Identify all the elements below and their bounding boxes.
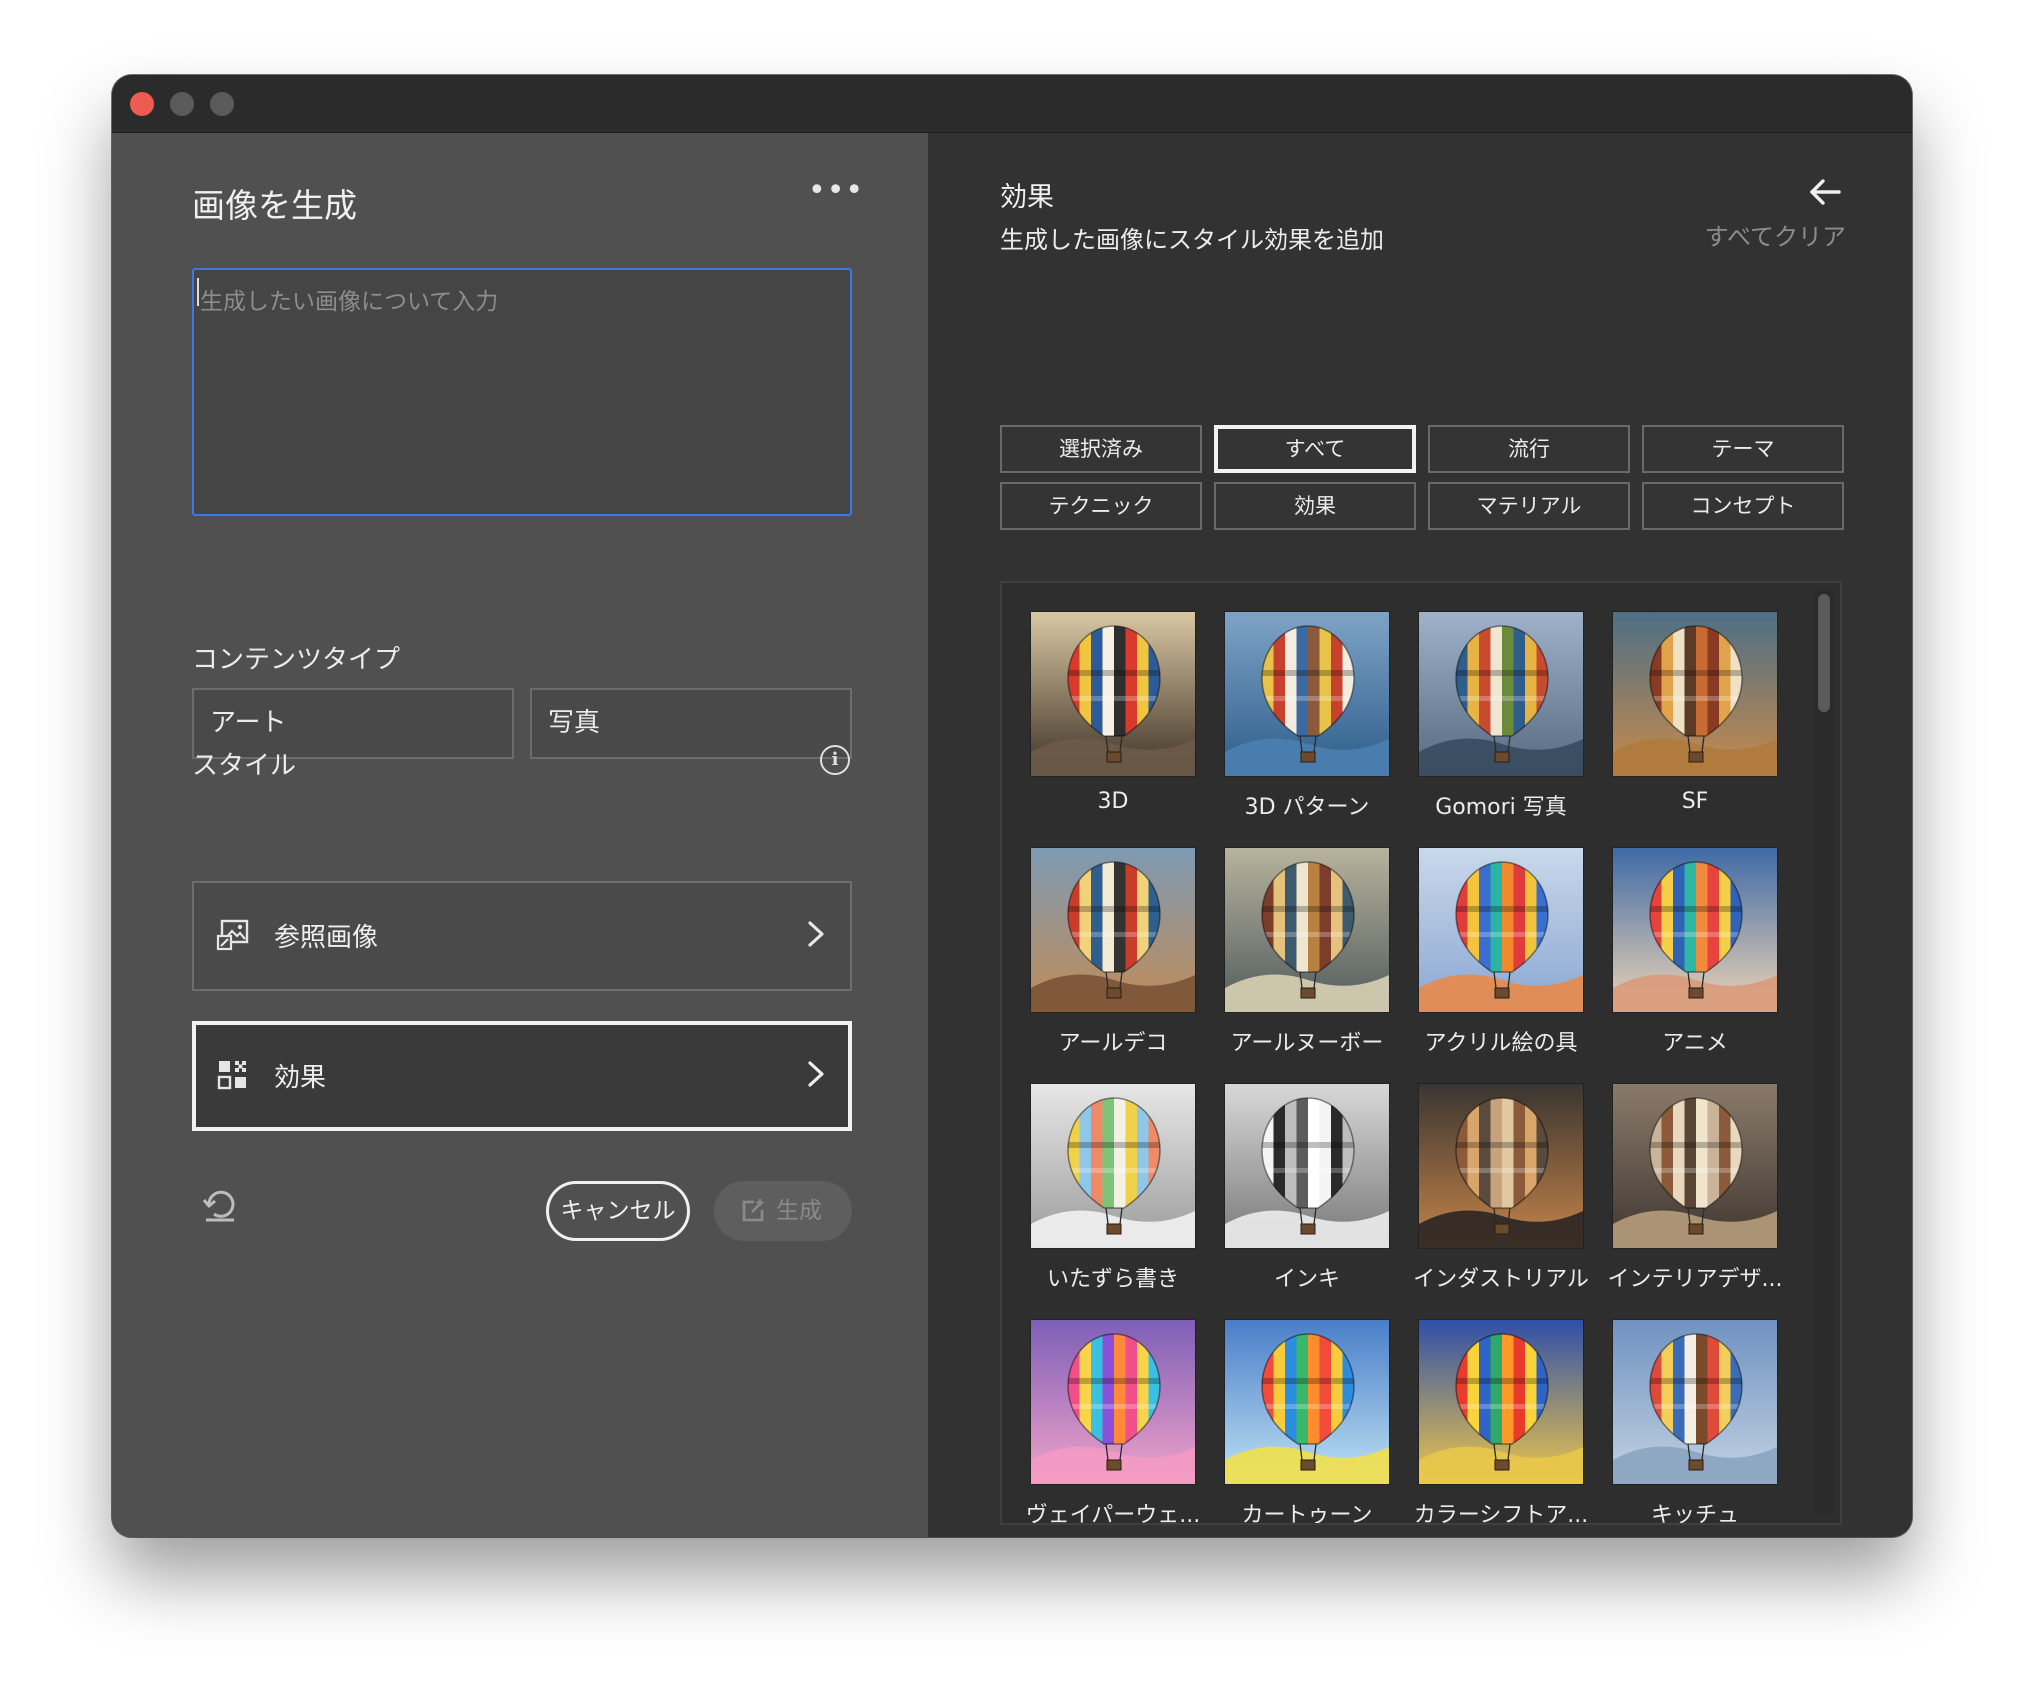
filter-button[interactable]: 選択済み <box>1000 425 1202 473</box>
reference-image-icon <box>216 919 249 951</box>
effect-thumbnail[interactable] <box>1418 611 1584 777</box>
title-bar <box>112 75 1912 133</box>
effect-thumbnail[interactable] <box>1612 1083 1778 1249</box>
effect-label: ヴェイパーウェ... <box>1025 1503 1201 1525</box>
chevron-right-icon <box>808 1061 824 1087</box>
effects-title: 効果 <box>1000 182 1054 213</box>
scrollbar-thumb[interactable] <box>1818 594 1830 712</box>
effect-thumbnail[interactable] <box>1612 847 1778 1013</box>
reference-image-label: 参照画像 <box>274 923 379 953</box>
effect-label: インダストリアル <box>1413 1267 1589 1292</box>
effect-thumbnail[interactable] <box>1612 611 1778 777</box>
app-window: 画像を生成 ••• コンテンツタイプ アート 写真 スタイル i 参照画像 <box>112 75 1912 1537</box>
minimize-window-button[interactable] <box>170 92 194 116</box>
generate-button[interactable]: 生成 <box>714 1181 852 1241</box>
effect-label: インキ <box>1273 1267 1340 1292</box>
scrollbar-track[interactable] <box>1814 588 1834 1516</box>
effects-subtitle: 生成した画像にスタイル効果を追加 <box>1000 226 1384 254</box>
zoom-window-button[interactable] <box>210 92 234 116</box>
effect-label: 3D <box>1097 789 1129 814</box>
prompt-input[interactable] <box>192 268 852 516</box>
effects-grid: 3D 3D パターン Gomori 写真 SF アールデコ アールヌーボー アク… <box>1000 581 1842 1525</box>
effect-thumbnail[interactable] <box>1418 1319 1584 1485</box>
back-arrow-icon[interactable] <box>1808 177 1842 207</box>
content-type-label: コンテンツタイプ <box>192 645 401 675</box>
effect-label: Gomori 写真 <box>1435 795 1567 820</box>
filter-button[interactable]: 流行 <box>1428 425 1630 473</box>
effects-button[interactable]: 効果 <box>192 1021 852 1131</box>
effect-thumbnail[interactable] <box>1224 847 1390 1013</box>
effect-label: アニメ <box>1662 1031 1728 1056</box>
effect-label: いたずら書き <box>1046 1267 1179 1292</box>
effects-grid-icon <box>217 1061 246 1090</box>
generate-label: 生成 <box>776 1198 822 1224</box>
effects-label: 効果 <box>274 1063 327 1093</box>
effect-label: 3D パターン <box>1244 795 1370 820</box>
chevron-right-icon <box>808 921 824 947</box>
effect-thumbnail[interactable] <box>1224 1319 1390 1485</box>
effect-label: アールデコ <box>1058 1031 1168 1056</box>
reference-image-button[interactable]: 参照画像 <box>192 881 852 991</box>
cancel-button[interactable]: キャンセル <box>546 1181 690 1241</box>
effect-label: アールヌーボー <box>1230 1031 1384 1056</box>
effect-thumbnail[interactable] <box>1418 1083 1584 1249</box>
effect-label: SF <box>1681 789 1709 814</box>
effect-thumbnail[interactable] <box>1418 847 1584 1013</box>
close-window-button[interactable] <box>130 92 154 116</box>
effects-panel: 効果 生成した画像にスタイル効果を追加 すべてクリア 選択済み すべて 流行 テーマテ… <box>928 133 1912 1537</box>
effect-thumbnail[interactable] <box>1612 1319 1778 1485</box>
generate-panel: 画像を生成 ••• コンテンツタイプ アート 写真 スタイル i 参照画像 <box>112 133 928 1537</box>
generate-icon <box>742 1199 764 1222</box>
panel-title: 画像を生成 <box>192 186 357 225</box>
effect-label: キッチュ <box>1650 1503 1739 1525</box>
filter-button[interactable]: テクニック <box>1000 482 1202 530</box>
filter-button[interactable]: コンセプト <box>1642 482 1844 530</box>
effect-thumbnail[interactable] <box>1224 611 1390 777</box>
filter-button[interactable]: テーマ <box>1642 425 1844 473</box>
effect-thumbnail[interactable] <box>1030 611 1196 777</box>
text-caret <box>197 278 199 306</box>
filter-button[interactable]: マテリアル <box>1428 482 1630 530</box>
effect-label: アクリル絵の具 <box>1424 1031 1578 1056</box>
effect-thumbnail[interactable] <box>1224 1083 1390 1249</box>
filter-button[interactable]: 効果 <box>1214 482 1416 530</box>
effect-thumbnail[interactable] <box>1030 1083 1196 1249</box>
info-icon[interactable]: i <box>820 745 850 775</box>
more-options-button[interactable]: ••• <box>808 171 863 211</box>
filter-button[interactable]: すべて <box>1214 425 1416 473</box>
effect-label: インテリアデザ... <box>1607 1267 1783 1292</box>
style-label: スタイル <box>192 751 297 781</box>
effect-thumbnail[interactable] <box>1030 1319 1196 1485</box>
effect-label: カラーシフトア... <box>1413 1503 1589 1525</box>
content-type-photo-button[interactable]: 写真 <box>530 688 852 759</box>
effect-label: カートゥーン <box>1241 1503 1373 1525</box>
clear-all-button[interactable]: すべてクリア <box>1670 217 1846 252</box>
reset-icon[interactable] <box>200 1185 240 1225</box>
effect-thumbnail[interactable] <box>1030 847 1196 1013</box>
